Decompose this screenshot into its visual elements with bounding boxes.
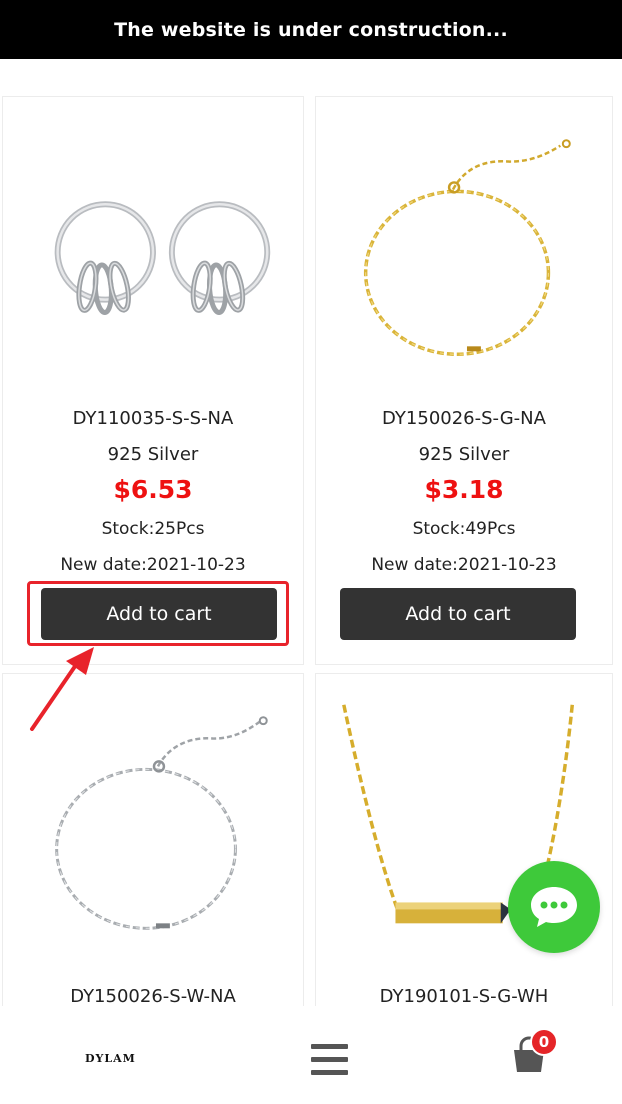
product-date: New date:2021-10-23 [60, 555, 246, 575]
product-card[interactable]: DY110035-S-S-NA 925 Silver $6.53 Stock:2… [2, 96, 304, 665]
product-image-gold-bracelet[interactable] [316, 97, 612, 397]
product-card[interactable]: DY150026-S-G-NA 925 Silver $3.18 Stock:4… [315, 96, 613, 665]
product-material: 925 Silver [107, 444, 199, 465]
product-stock: Stock:25Pcs [101, 519, 205, 539]
product-sku[interactable]: DY190101-S-G-WH [316, 986, 612, 1007]
product-image-earrings[interactable] [3, 97, 303, 397]
product-material: 925 Silver [418, 444, 510, 465]
banner-text: The website is under construction... [114, 18, 508, 41]
annotation-arrow-icon [30, 647, 94, 731]
add-to-cart-button[interactable]: Add to cart [340, 588, 576, 640]
product-sku[interactable]: DY150026-S-W-NA [3, 986, 303, 1007]
product-price: $3.18 [424, 475, 504, 504]
product-stock: Stock:49Pcs [412, 519, 516, 539]
menu-icon[interactable] [311, 1043, 348, 1077]
product-date: New date:2021-10-23 [371, 555, 557, 575]
product-price: $6.53 [113, 475, 193, 504]
chat-button[interactable] [508, 861, 600, 953]
highlight-box [27, 581, 289, 646]
product-sku[interactable]: DY150026-S-G-NA [316, 408, 612, 429]
brand-logo[interactable]: DYLAM [85, 1052, 136, 1065]
cart-count-badge: 0 [530, 1028, 558, 1056]
bottom-nav: DYLAM 0 [0, 1006, 622, 1104]
construction-banner: The website is under construction... [0, 0, 622, 59]
chat-bubble-icon [531, 887, 577, 927]
product-sku[interactable]: DY110035-S-S-NA [3, 408, 303, 429]
